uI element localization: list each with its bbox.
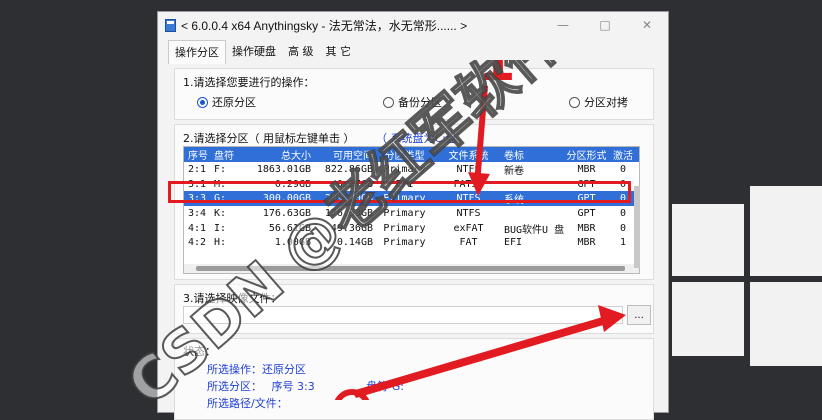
- col-free[interactable]: 可用空间: [314, 147, 376, 162]
- cell-fs: exFAT: [453, 222, 484, 234]
- table-header: 序号 盘符 总大小 可用空间 分区类型 文件系统 卷标 分区形式 激活: [184, 147, 639, 162]
- tab-partition-ops[interactable]: 操作分区: [168, 40, 226, 64]
- cell-label: 新卷: [504, 165, 524, 177]
- tab-other[interactable]: 其 它: [320, 40, 358, 64]
- cell-type: Primary: [383, 222, 426, 234]
- horizontal-scrollbar[interactable]: [184, 264, 639, 273]
- status-operation: 所选操作：还原分区: [207, 363, 306, 376]
- radio-restore-label: 还原分区: [212, 96, 256, 109]
- selected-row-highlight: [168, 181, 631, 203]
- table-row[interactable]: 4:1 I: 56.61GB 49.36GB Primary exFAT BUG软件U 盘 M…: [184, 221, 639, 236]
- status-path: 所选路径/文件：: [207, 397, 288, 410]
- operation-panel: 1.请选择您要进行的操作： 还原分区 备份分区 分区对拷: [174, 68, 654, 120]
- table-row[interactable]: 2:1 F: 1863.01GB 822.86GB Primary NTFS 新卷 MBR 0: [184, 162, 639, 177]
- status-partition-drive: 盘符 G:: [366, 380, 404, 393]
- tab-bar: 操作分区 操作硬盘 高 级 其 它: [168, 40, 357, 64]
- partition-label: 2.请选择分区（ 用鼠标左键单击 ） （ 系统盘为C:盘: [183, 130, 457, 146]
- status-partition-prefix: 所选分区：: [207, 380, 262, 393]
- scrollbar-thumb[interactable]: [196, 266, 625, 271]
- cell-drive: K:: [214, 207, 227, 219]
- table-body: 2:1 F: 1863.01GB 822.86GB Primary NTFS 新卷 MBR 0 3…: [184, 162, 639, 250]
- cell-total: 176.63GB: [262, 207, 311, 219]
- table-row[interactable]: 3:4 K: 176.63GB 176.53GB Primary NTFS GPT 0: [184, 206, 639, 221]
- operation-label: 1.请选择您要进行的操作：: [183, 76, 315, 89]
- tab-advanced[interactable]: 高 级: [282, 40, 320, 64]
- close-button[interactable]: ✕: [626, 12, 668, 38]
- app-window: < 6.0.0.4 x64 Anythingsky - 法无常法，水无常形...…: [157, 11, 669, 420]
- cell-type: Primary: [383, 163, 426, 175]
- tab-disk-ops[interactable]: 操作硬盘: [226, 40, 282, 64]
- status-partition-index: 序号 3:3: [271, 380, 315, 393]
- col-type[interactable]: 分区类型: [376, 147, 436, 162]
- col-fs[interactable]: 文件系统: [436, 147, 504, 162]
- cell-index: 2:1: [188, 163, 207, 175]
- partition-table[interactable]: 序号 盘符 总大小 可用空间 分区类型 文件系统 卷标 分区形式 激活 2:1 F…: [183, 146, 640, 274]
- cell-active: 0: [619, 163, 627, 175]
- cell-fs: NTFS: [456, 207, 481, 219]
- radio-clone[interactable]: 分区对拷: [569, 94, 628, 110]
- window-title: < 6.0.0.4 x64 Anythingsky - 法无常法，水无常形...…: [181, 18, 468, 33]
- cell-free: 176.53GB: [324, 207, 373, 219]
- cell-style: MBR: [577, 237, 596, 249]
- col-active[interactable]: 激活: [610, 147, 639, 162]
- radio-restore[interactable]: 还原分区: [197, 94, 256, 110]
- radio-backup-indicator: [383, 96, 394, 108]
- cell-free: 0.14GB: [336, 237, 373, 249]
- system-disk-hint: （ 系统盘为C:盘: [376, 132, 457, 145]
- status-panel: 状态： 所选操作：还原分区 所选分区： 序号 3:3 盘符 G: 所选路径/文件…: [174, 338, 654, 420]
- maximize-button[interactable]: □: [584, 12, 626, 38]
- radio-backup-label: 备份分区: [398, 96, 442, 109]
- app-icon: [164, 18, 176, 32]
- cell-free: 822.86GB: [324, 163, 373, 175]
- col-index[interactable]: 序号: [184, 147, 214, 162]
- cell-fs: FAT: [459, 237, 478, 249]
- image-label: 3.请选择映像文件：: [183, 292, 282, 305]
- cell-type: Primary: [383, 207, 426, 219]
- cell-style: MBR: [577, 163, 596, 175]
- partition-label-text: 2.请选择分区（ 用鼠标左键单击 ）: [183, 132, 355, 145]
- cell-fs: NTFS: [456, 163, 481, 175]
- radio-backup[interactable]: 备份分区: [383, 94, 442, 110]
- col-label[interactable]: 卷标: [504, 147, 566, 162]
- cell-drive: F:: [214, 163, 227, 175]
- radio-clone-indicator: [569, 96, 580, 108]
- cell-free: 49.36GB: [330, 222, 373, 234]
- cell-total: 56.61GB: [268, 222, 311, 234]
- status-title: 状态：: [183, 345, 216, 358]
- desktop-windows-logo: [672, 186, 822, 366]
- minimize-button[interactable]: —: [542, 12, 584, 38]
- col-drive[interactable]: 盘符: [214, 147, 252, 162]
- table-row[interactable]: 4:2 H: 1.00GB 0.14GB Primary FAT EFI MBR 1: [184, 235, 639, 250]
- col-total[interactable]: 总大小: [252, 147, 314, 162]
- cell-index: 4:1: [188, 222, 207, 234]
- cell-total: 1.00GB: [274, 237, 311, 249]
- cell-style: GPT: [577, 207, 596, 219]
- cell-label: EFI: [504, 237, 523, 249]
- radio-restore-indicator: [197, 96, 208, 108]
- cell-drive: I:: [214, 222, 227, 234]
- cell-total: 1863.01GB: [256, 163, 311, 175]
- cell-style: MBR: [577, 222, 596, 234]
- col-style[interactable]: 分区形式: [566, 147, 610, 162]
- image-file-input[interactable]: [183, 306, 623, 324]
- status-partition: 所选分区： 序号 3:3 盘符 G:: [207, 378, 404, 394]
- radio-clone-label: 分区对拷: [584, 96, 628, 109]
- image-panel: 3.请选择映像文件： ...: [174, 284, 654, 334]
- cell-label: BUG软件U 盘: [504, 224, 565, 236]
- title-bar: < 6.0.0.4 x64 Anythingsky - 法无常法，水无常形...…: [158, 12, 668, 38]
- cell-type: Primary: [383, 237, 426, 249]
- browse-button[interactable]: ...: [627, 305, 651, 325]
- cell-index: 4:2: [188, 237, 207, 249]
- cell-drive: H:: [214, 237, 227, 249]
- vertical-scrollbar[interactable]: [634, 186, 640, 268]
- cell-index: 3:4: [188, 207, 207, 219]
